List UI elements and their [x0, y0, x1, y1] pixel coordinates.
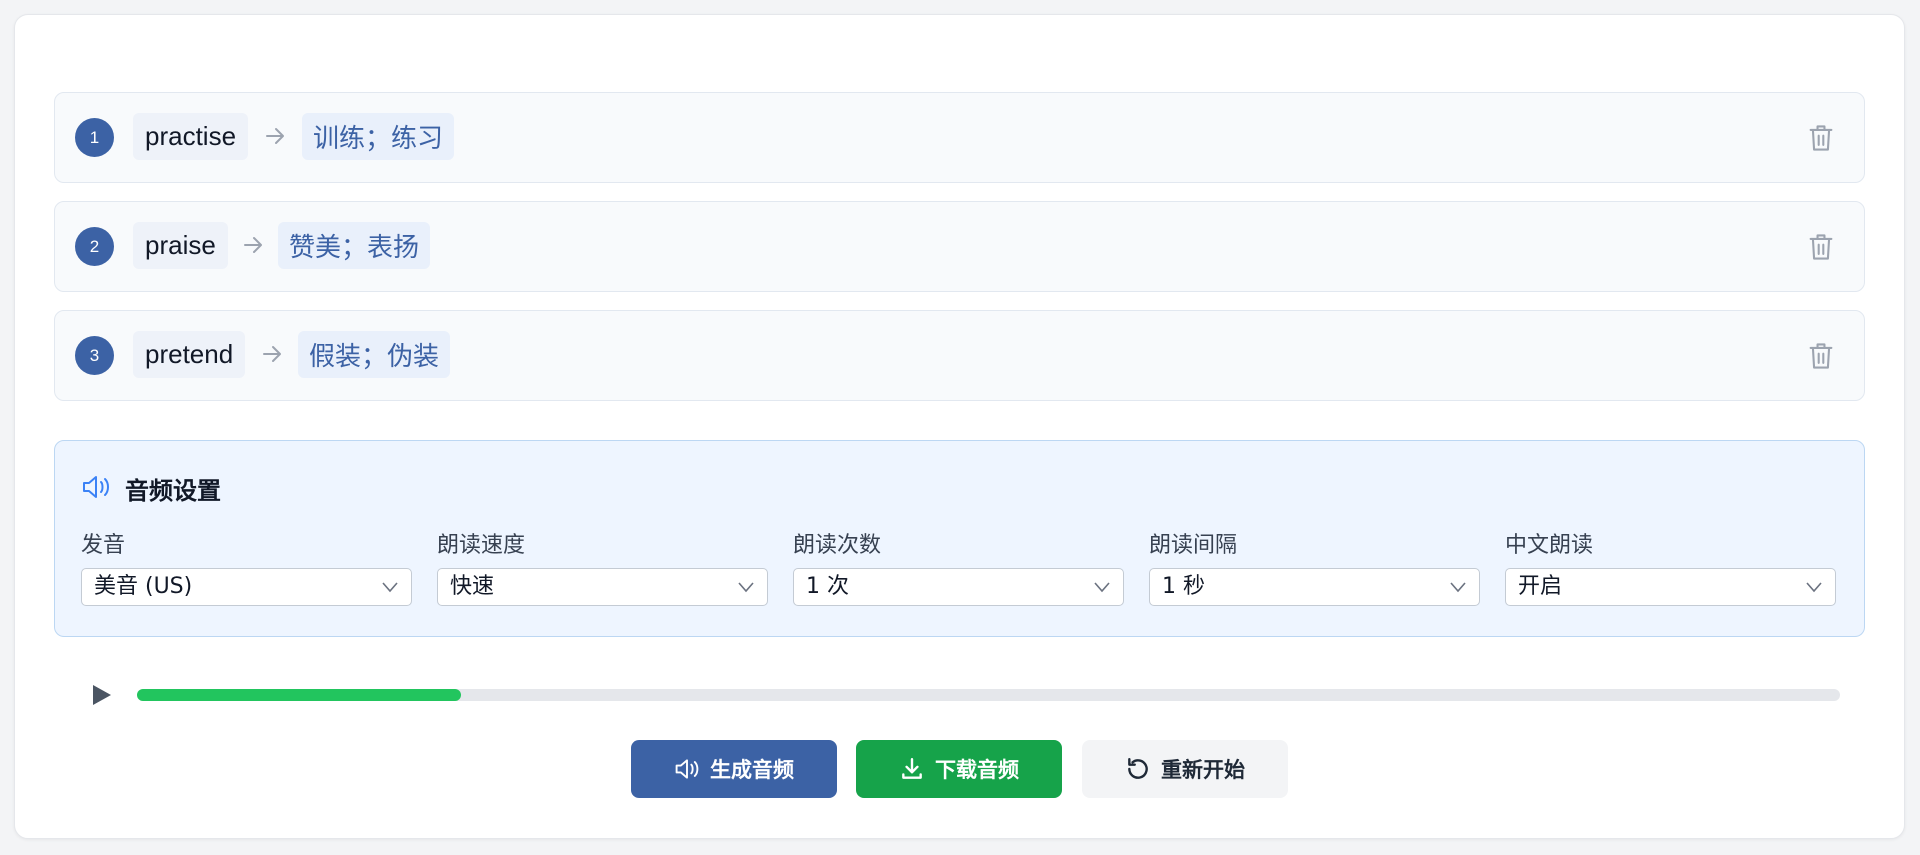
- download-icon: [902, 758, 922, 779]
- field-label: 发音: [81, 533, 126, 558]
- interval-select[interactable]: 1 秒: [1149, 568, 1480, 606]
- chevron-down-icon: [1806, 582, 1822, 593]
- audio-settings-panel: 音频设置 发音 美音 (US) 朗读速度 快速 朗读次数 1 次 朗读间隔 1 …: [54, 440, 1865, 637]
- play-icon[interactable]: [88, 682, 114, 708]
- chinese-meaning: 假装；伪装: [298, 331, 451, 378]
- english-word: praise: [133, 222, 228, 269]
- word-row: 2 praise 赞美；表扬: [54, 201, 1865, 292]
- english-word: practise: [133, 113, 249, 160]
- chinese-meaning: 赞美；表扬: [278, 222, 431, 269]
- field-label: 中文朗读: [1505, 533, 1594, 558]
- word-row: 1 practise 训练；练习: [54, 92, 1865, 183]
- speaker-icon: [83, 476, 109, 498]
- word-index-badge: 1: [75, 118, 114, 157]
- speaker-icon: [675, 759, 699, 779]
- progress-track[interactable]: [137, 689, 1840, 701]
- field-label: 朗读次数: [793, 533, 882, 558]
- word-row: 3 pretend 假装；伪装: [54, 310, 1865, 401]
- select-value: 1 次: [806, 574, 849, 599]
- word-index-badge: 3: [75, 336, 114, 375]
- chevron-down-icon: [382, 582, 398, 593]
- trash-icon[interactable]: [1807, 123, 1835, 153]
- select-value: 开启: [1518, 574, 1563, 599]
- trash-icon[interactable]: [1807, 232, 1835, 262]
- field-label: 朗读间隔: [1149, 533, 1238, 558]
- refresh-icon: [1128, 758, 1148, 779]
- arrow-right-icon: [266, 128, 284, 144]
- chevron-down-icon: [1094, 582, 1110, 593]
- speed-field: 朗读速度 快速: [437, 531, 768, 606]
- repeat-count-select[interactable]: 1 次: [793, 568, 1124, 606]
- select-value: 美音 (US): [94, 574, 193, 599]
- button-label: 重新开始: [1161, 758, 1245, 782]
- arrow-right-icon: [244, 237, 262, 253]
- generate-audio-button[interactable]: 生成音频: [631, 740, 837, 798]
- download-audio-button[interactable]: 下载音频: [856, 740, 1062, 798]
- chinese-reading-field: 中文朗读 开启: [1505, 531, 1836, 606]
- speed-select[interactable]: 快速: [437, 568, 768, 606]
- chevron-down-icon: [738, 582, 754, 593]
- progress-fill: [137, 689, 461, 701]
- settings-title: 音频设置: [125, 477, 221, 505]
- select-value: 快速: [450, 574, 495, 599]
- pronunciation-field: 发音 美音 (US): [81, 531, 412, 606]
- button-label: 下载音频: [935, 758, 1019, 782]
- word-index-badge: 2: [75, 227, 114, 266]
- english-word: pretend: [133, 331, 246, 378]
- select-value: 1 秒: [1162, 574, 1205, 599]
- interval-field: 朗读间隔 1 秒: [1149, 531, 1480, 606]
- chevron-down-icon: [1450, 582, 1466, 593]
- field-label: 朗读速度: [437, 533, 526, 558]
- arrow-right-icon: [263, 346, 281, 362]
- trash-icon[interactable]: [1807, 341, 1835, 371]
- chinese-meaning: 训练；练习: [302, 113, 455, 160]
- pronunciation-select[interactable]: 美音 (US): [81, 568, 412, 606]
- button-label: 生成音频: [710, 758, 794, 782]
- chinese-reading-select[interactable]: 开启: [1505, 568, 1836, 606]
- restart-button[interactable]: 重新开始: [1082, 740, 1288, 798]
- repeat-count-field: 朗读次数 1 次: [793, 531, 1124, 606]
